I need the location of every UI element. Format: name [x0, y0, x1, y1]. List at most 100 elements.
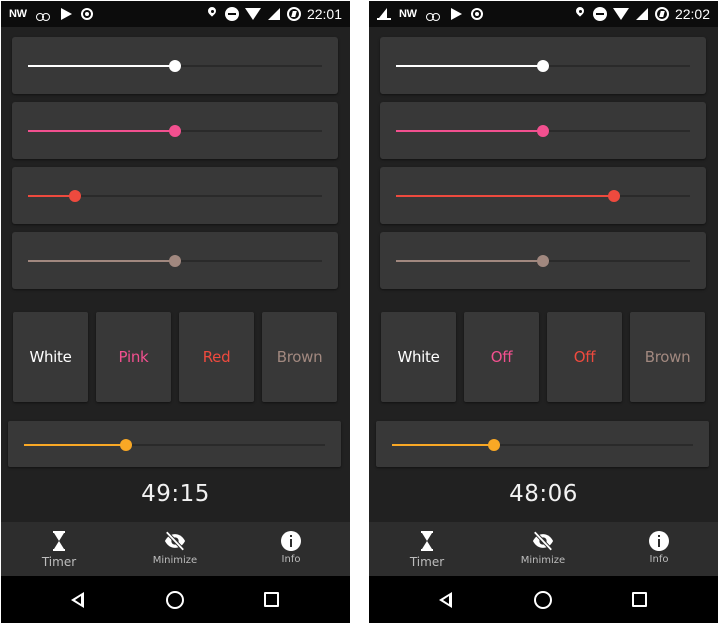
slider-track[interactable] [396, 190, 690, 202]
slider-thumb[interactable] [537, 60, 549, 72]
sailboat-icon [377, 7, 391, 21]
slider-thumb[interactable] [537, 255, 549, 267]
play-store-icon [449, 7, 463, 21]
slider-fill [28, 195, 76, 197]
white-button[interactable]: White [381, 312, 456, 402]
target-icon [470, 8, 483, 20]
eye-off-icon [532, 531, 554, 551]
slider-track[interactable] [28, 255, 322, 267]
slider-track[interactable] [392, 439, 693, 451]
bottom-nav: Timer Minimize Info [1, 522, 350, 576]
red-button[interactable]: Off [547, 312, 622, 402]
location-icon [573, 7, 587, 21]
back-icon[interactable] [68, 590, 88, 610]
status-bar: NW 22:02 [369, 1, 718, 27]
red-button[interactable]: Red [179, 312, 254, 402]
system-nav-bar [369, 576, 718, 623]
slider-thumb[interactable] [169, 60, 181, 72]
slider-thumb[interactable] [69, 190, 82, 202]
slider-fill [28, 65, 175, 67]
brown-button[interactable]: Brown [630, 312, 705, 402]
pink-button[interactable]: Off [464, 312, 539, 402]
wifi-icon [612, 7, 629, 21]
recents-icon[interactable] [632, 592, 647, 607]
nav-timer[interactable]: Timer [1, 522, 117, 576]
eye-off-icon [164, 531, 186, 551]
slider-fill [392, 444, 495, 446]
slider-thumb[interactable] [537, 125, 549, 137]
slider-track[interactable] [24, 439, 325, 451]
back-icon[interactable] [436, 590, 456, 610]
countdown-display: 48:06 [509, 481, 578, 507]
nav-timer-label: Timer [41, 555, 77, 569]
slider-fill [396, 195, 614, 197]
battery-charging-icon [286, 7, 301, 21]
home-icon[interactable] [166, 591, 184, 609]
do-not-disturb-icon [224, 7, 239, 21]
battery-charging-icon [654, 7, 669, 21]
recents-icon[interactable] [264, 592, 279, 607]
slider-fill [396, 65, 543, 67]
slider-thumb[interactable] [488, 439, 501, 451]
nav-minimize[interactable]: Minimize [485, 522, 601, 576]
cloud-download-icon [35, 7, 51, 21]
slider-track[interactable] [28, 125, 322, 137]
slider-fill [28, 260, 175, 262]
slider-thumb[interactable] [120, 439, 133, 451]
brown-button[interactable]: Brown [262, 312, 337, 402]
countdown-display: 49:15 [141, 481, 210, 507]
wifi-icon [244, 7, 261, 21]
nav-timer-label: Timer [409, 555, 445, 569]
red-slider[interactable] [12, 167, 338, 224]
nav-info-label: Info [649, 554, 669, 565]
signal-icon [267, 7, 281, 21]
play-store-icon [59, 7, 73, 21]
slider-thumb[interactable] [607, 190, 620, 202]
pink-button[interactable]: Pink [96, 312, 171, 402]
slider-track[interactable] [396, 60, 690, 72]
nav-minimize-label: Minimize [152, 555, 198, 566]
red-slider[interactable] [380, 167, 706, 224]
slider-fill [396, 260, 543, 262]
location-icon [205, 7, 219, 21]
bottom-nav: Timer Minimize Info [369, 522, 718, 576]
signal-icon [635, 7, 649, 21]
carrier-label: NW [399, 8, 417, 20]
slider-track[interactable] [28, 60, 322, 72]
slider-track[interactable] [28, 190, 322, 202]
slider-thumb[interactable] [169, 255, 181, 267]
cloud-download-icon [425, 7, 441, 21]
nav-minimize-label: Minimize [520, 555, 566, 566]
nav-info[interactable]: Info [601, 522, 717, 576]
slider-track[interactable] [396, 125, 690, 137]
nav-info-label: Info [281, 554, 301, 565]
status-bar: NW 22:01 [1, 1, 350, 27]
info-icon [281, 531, 301, 551]
pink-slider[interactable] [12, 102, 338, 159]
timer-slider[interactable] [376, 421, 709, 467]
brown-slider[interactable] [12, 232, 338, 289]
pink-slider[interactable] [380, 102, 706, 159]
phone-screen-left: NW 22:01 White Pink Red Brown 49:15 Time… [1, 1, 350, 623]
hourglass-icon [48, 530, 70, 552]
slider-thumb[interactable] [169, 125, 181, 137]
info-icon [649, 531, 669, 551]
slider-fill [24, 444, 127, 446]
slider-fill [28, 130, 175, 132]
slider-fill [396, 130, 543, 132]
carrier-label: NW [9, 8, 27, 20]
white-slider[interactable] [380, 37, 706, 94]
home-icon[interactable] [534, 591, 552, 609]
target-icon [80, 8, 93, 20]
hourglass-icon [416, 530, 438, 552]
system-nav-bar [1, 576, 350, 623]
brown-slider[interactable] [380, 232, 706, 289]
slider-track[interactable] [396, 255, 690, 267]
white-slider[interactable] [12, 37, 338, 94]
white-button[interactable]: White [13, 312, 88, 402]
phone-screen-right: NW 22:02 White Off Off Brown 48:06 Timer… [369, 1, 718, 623]
nav-minimize[interactable]: Minimize [117, 522, 233, 576]
nav-timer[interactable]: Timer [369, 522, 485, 576]
nav-info[interactable]: Info [233, 522, 349, 576]
timer-slider[interactable] [8, 421, 341, 467]
